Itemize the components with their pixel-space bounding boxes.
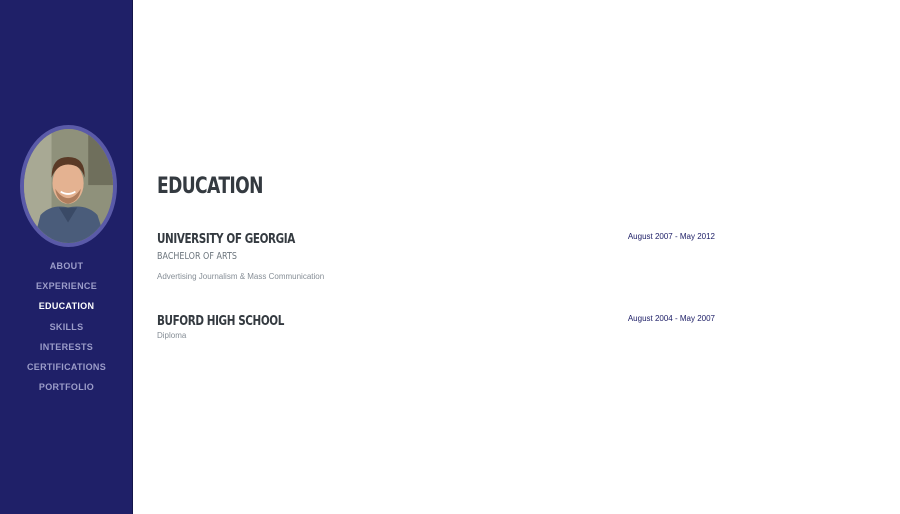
degree: Diploma (157, 331, 187, 340)
date-range: August 2007 - May 2012 (627, 232, 715, 241)
nav-item-certifications[interactable]: CERTIFICATIONS (0, 357, 133, 377)
sidebar-nav: ABOUT EXPERIENCE EDUCATION SKILLS INTERE… (0, 256, 133, 397)
nav-item-portfolio[interactable]: PORTFOLIO (0, 377, 133, 397)
field-of-study: Advertising Journalism & Mass Communicat… (157, 272, 325, 281)
date-range: August 2004 - May 2007 (627, 314, 715, 323)
profile-photo (24, 129, 113, 243)
degree: BACHELOR OF ARTS (157, 251, 237, 262)
nav-item-about[interactable]: ABOUT (0, 256, 133, 276)
education-entry: UNIVERSITY OF GEORGIA BACHELOR OF ARTS A… (157, 232, 717, 281)
nav-item-interests[interactable]: INTERESTS (0, 337, 133, 357)
nav-item-skills[interactable]: SKILLS (0, 317, 133, 337)
main-content: EDUCATION UNIVERSITY OF GEORGIA BACHELOR… (157, 0, 900, 514)
nav-item-experience[interactable]: EXPERIENCE (0, 276, 133, 296)
education-entry: BUFORD HIGH SCHOOL Diploma August 2004 -… (157, 314, 717, 340)
sidebar: ABOUT EXPERIENCE EDUCATION SKILLS INTERE… (0, 0, 133, 514)
section-title: EDUCATION (157, 174, 263, 199)
school-name: UNIVERSITY OF GEORGIA (157, 232, 295, 247)
school-name: BUFORD HIGH SCHOOL (157, 314, 284, 329)
nav-item-education[interactable]: EDUCATION (0, 296, 133, 316)
profile-avatar (20, 125, 117, 247)
